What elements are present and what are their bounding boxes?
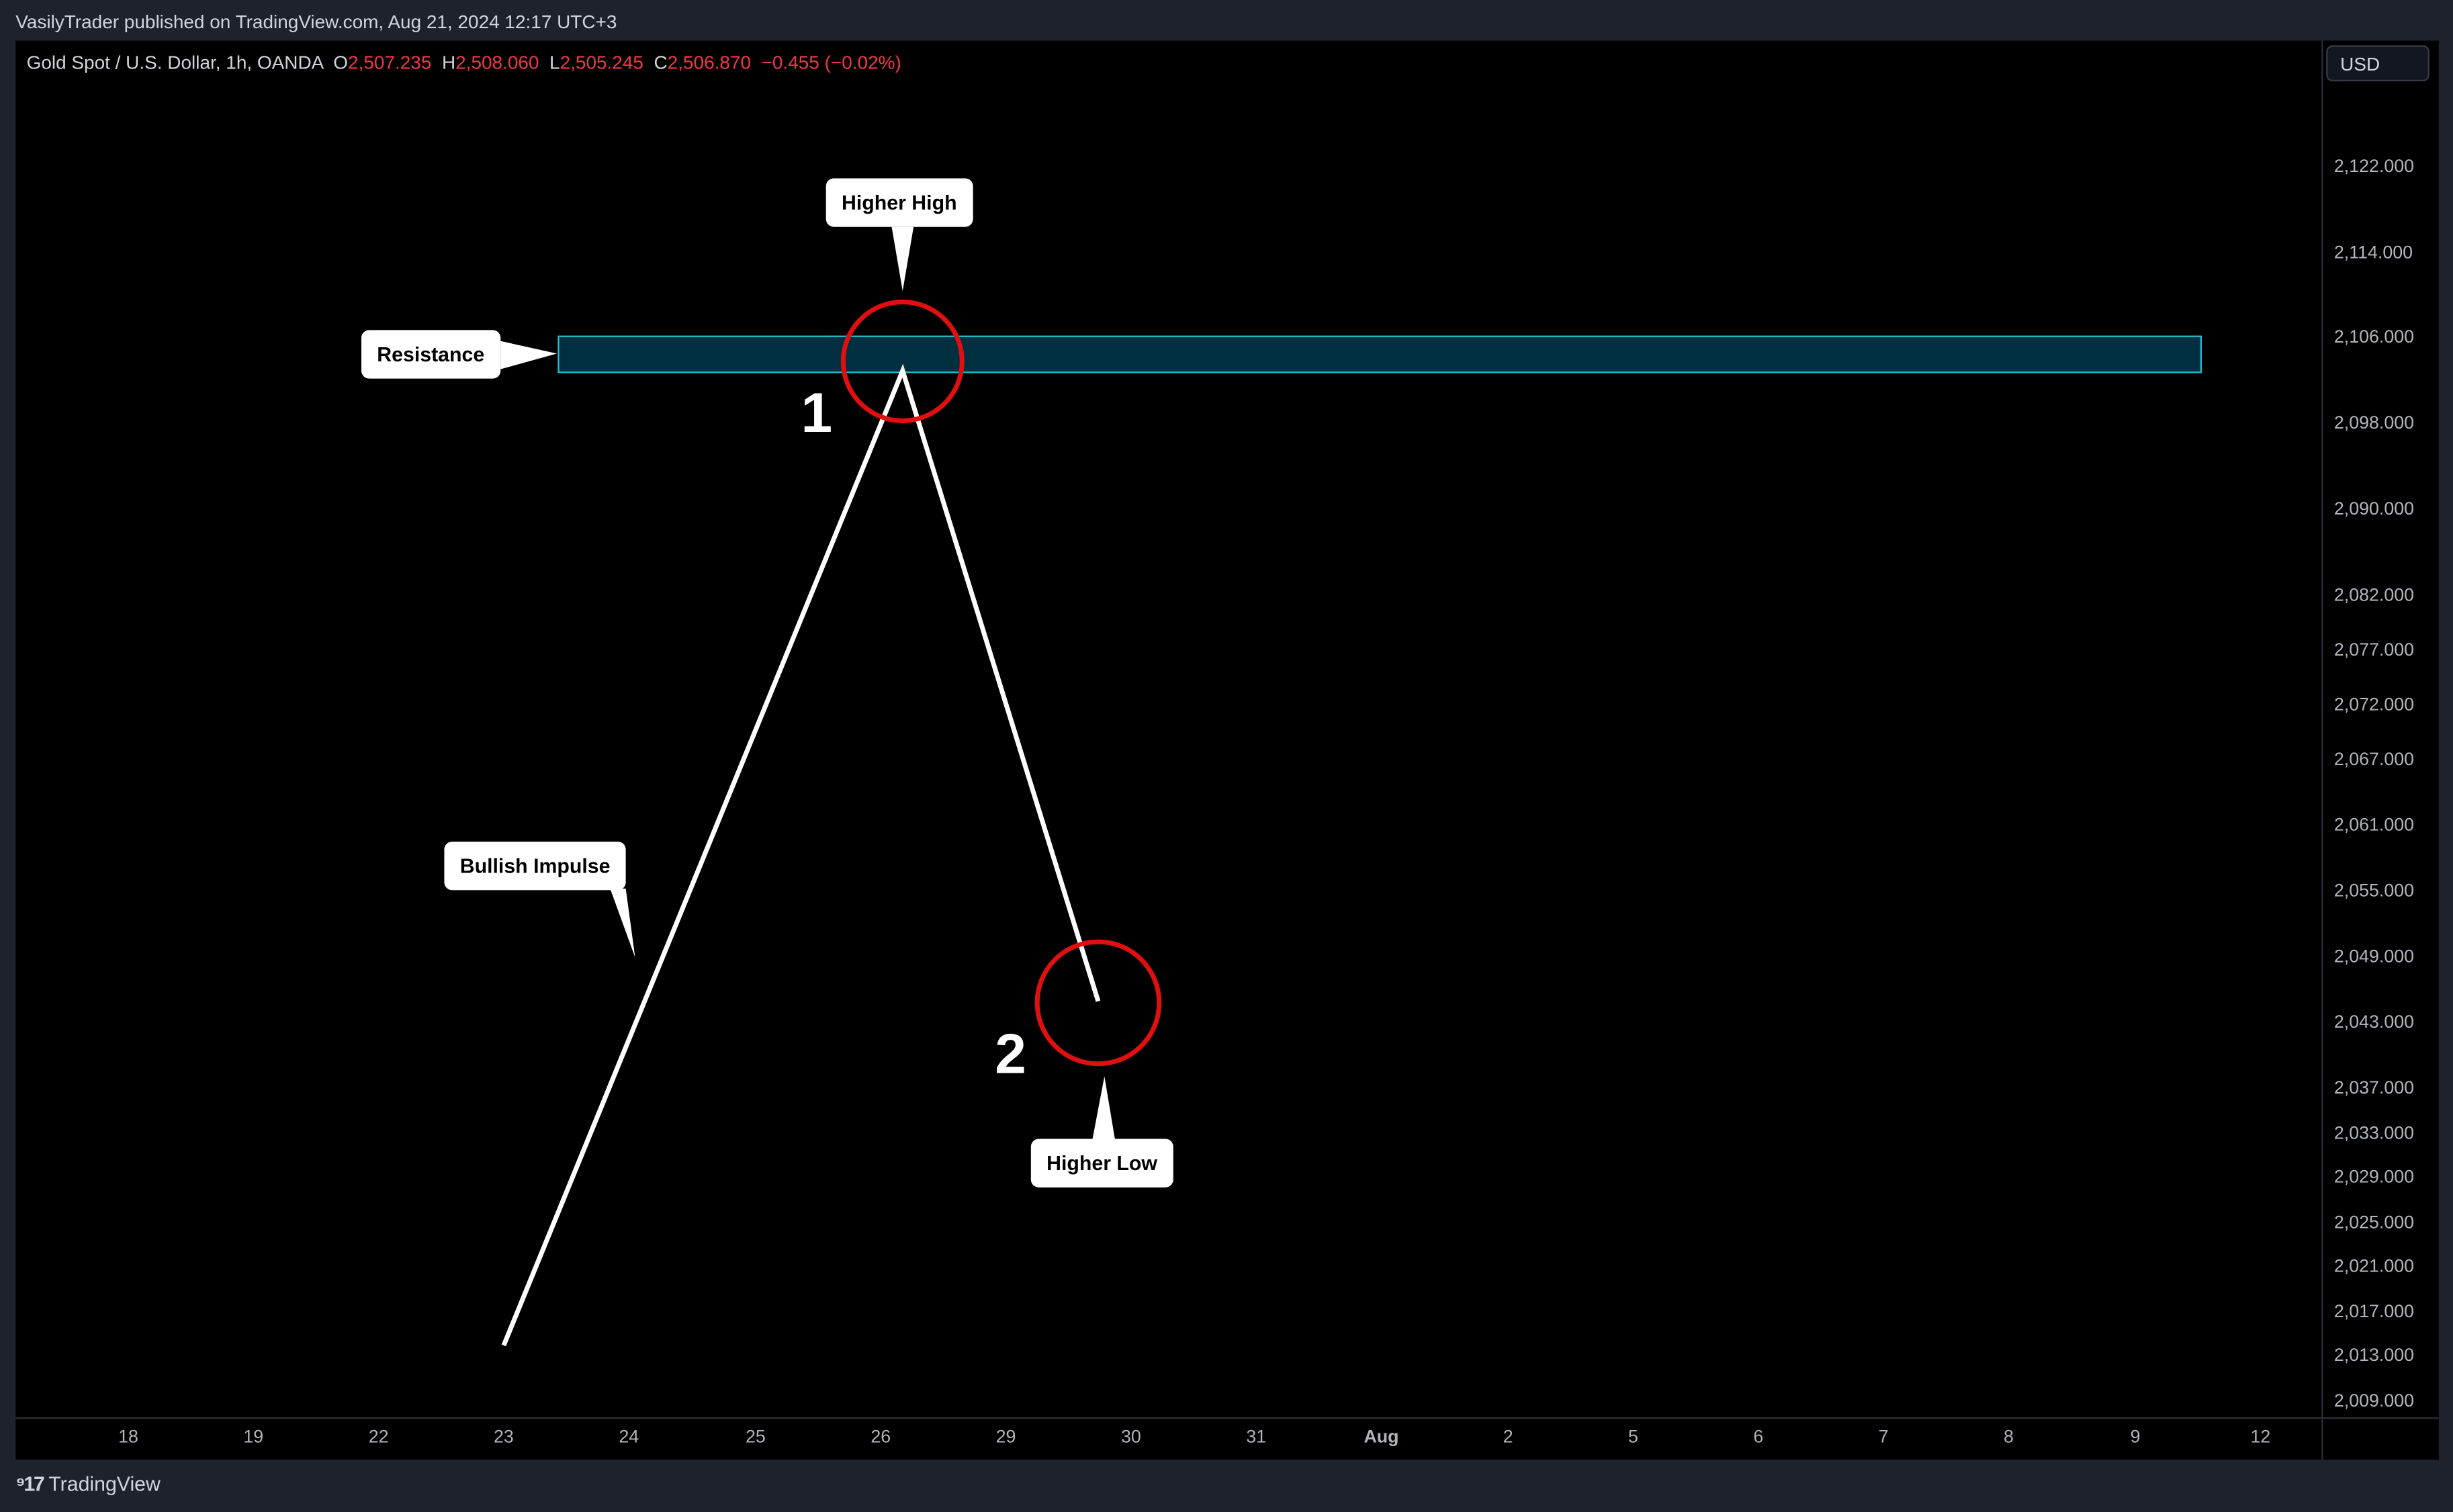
bullish-impulse-pointer	[610, 888, 635, 958]
tradingview-snapshot: VasilyTrader published on TradingView.co…	[0, 0, 2453, 1511]
point-2-label: 2	[995, 1021, 1026, 1086]
drawings-layer	[500, 226, 2202, 1347]
tradingview-logo[interactable]: ⁹17 TradingView	[15, 1472, 161, 1496]
higher-low-label[interactable]: Higher Low	[1030, 1139, 1173, 1188]
point-1-label: 1	[801, 380, 833, 445]
resistance-zone[interactable]	[558, 335, 2202, 373]
higher-low-circle[interactable]	[1034, 939, 1162, 1067]
higher-low-pointer	[1091, 1076, 1116, 1143]
resistance-pointer	[500, 341, 558, 369]
higher-high-label[interactable]: Higher High	[826, 178, 973, 227]
tv-logo-icon: ⁹17	[15, 1472, 44, 1496]
higher-high-pointer	[891, 226, 914, 292]
resistance-label[interactable]: Resistance	[361, 330, 500, 379]
bullish-impulse-label[interactable]: Bullish Impulse	[444, 842, 626, 891]
